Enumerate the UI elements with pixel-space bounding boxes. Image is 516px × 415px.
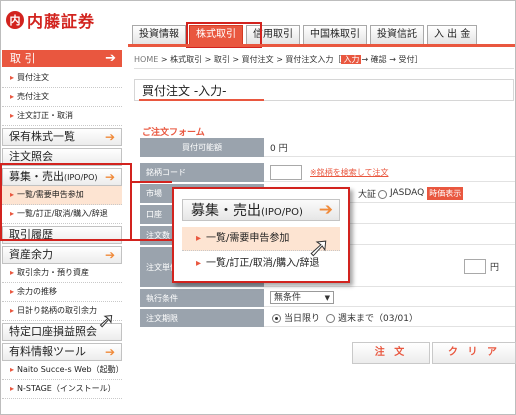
- code-value: ※銘柄を検索して注文: [264, 163, 515, 182]
- code-search-link[interactable]: ※銘柄を検索して注文: [310, 167, 388, 178]
- zoom-ipo-head-label: 募集・売出: [191, 203, 261, 219]
- period-label: 注文期限: [140, 309, 264, 327]
- right-arrow-icon: ➔: [105, 51, 116, 66]
- callout-zoom: 募集・売出(IPO/PO) ➔ 一覧/需要申告参加 一覧/訂正/取消/購入/辞退…: [172, 187, 350, 283]
- sidebar-item-succes-web[interactable]: Naito Succe-s Web（起動）: [2, 361, 122, 380]
- period-today: 当日限り: [284, 314, 321, 324]
- radio-icon[interactable]: [326, 314, 336, 323]
- tab-deposit-withdrawal[interactable]: 入 出 金: [427, 25, 478, 44]
- breadcrumb-path: > 株式取引 > 取引 > 買付注文 > 買付注文入力［: [158, 55, 342, 64]
- submit-order-button[interactable]: 注 文: [352, 342, 430, 364]
- mouse-pointer-icon: ➚: [308, 233, 331, 264]
- right-arrow-icon: ➔: [104, 345, 115, 359]
- sidebar-item-tools-label: 有料情報ツール: [9, 345, 86, 358]
- mouse-pointer-icon: ➚: [98, 308, 116, 333]
- sidebar-item-holdings-label: 保有株式一覧: [9, 130, 75, 143]
- row-code: 銘柄コード ※銘柄を検索して注文: [140, 163, 515, 183]
- code-label: 銘柄コード: [140, 163, 264, 182]
- radio-icon[interactable]: [378, 189, 388, 199]
- condition-select[interactable]: 無条件 ▼: [270, 291, 334, 304]
- condition-value: 無条件 ▼: [264, 289, 515, 307]
- title-underline: [139, 99, 264, 101]
- right-arrow-icon: ➔: [318, 200, 333, 220]
- price-input[interactable]: [464, 259, 486, 274]
- row-period: 注文期限 当日限り 週末まで（03/01）: [140, 309, 515, 328]
- price-display-button[interactable]: 時価表示: [427, 186, 464, 200]
- tab-investment-info[interactable]: 投資情報: [132, 25, 186, 44]
- page-title-text: 買付注文 -入力-: [142, 84, 227, 98]
- main-nav-tabs: 投資情報 株式取引 信用取引 中国株取引 投資信託 入 出 金: [132, 25, 480, 44]
- sidebar-item-holdings[interactable]: 保有株式一覧 ➔: [2, 128, 122, 146]
- condition-label: 執行条件: [140, 289, 264, 307]
- callout-connector-top: [130, 181, 172, 183]
- sidebar-item-nstage[interactable]: N-STAGE（インストール）: [2, 380, 122, 399]
- available-label: 買付可能額: [140, 138, 264, 157]
- condition-select-value: 無条件: [274, 293, 302, 303]
- zoom-ipo-head: 募集・売出(IPO/PO) ➔: [182, 199, 340, 221]
- radio-icon[interactable]: [272, 314, 281, 323]
- sidebar-head-trade-label: 取 引: [10, 52, 36, 65]
- breadcrumb-current: 入力: [341, 55, 362, 64]
- right-arrow-icon: ➔: [104, 248, 115, 262]
- period-value: 当日限り 週末まで（03/01）: [264, 309, 515, 327]
- row-available: 買付可能額 0 円: [140, 138, 515, 158]
- code-input[interactable]: [270, 164, 302, 180]
- row-condition: 執行条件 無条件 ▼: [140, 289, 515, 308]
- right-arrow-icon: ➔: [104, 130, 115, 144]
- sidebar-item-order-inquiry-label: 注文照会: [9, 150, 53, 163]
- sidebar-item-funds[interactable]: 資産余力 ➔: [2, 246, 122, 264]
- chevron-down-icon: ▼: [324, 294, 330, 302]
- breadcrumb: HOME > 株式取引 > 取引 > 買付注文 > 買付注文入力［ 入力 → 確認 …: [134, 54, 422, 65]
- market-osaka: 大証: [358, 189, 377, 200]
- sidebar-item-funds-trend[interactable]: 余力の推移: [2, 283, 122, 302]
- period-week: 週末まで（03/01）: [338, 314, 418, 324]
- tab-china-stocks[interactable]: 中国株取引: [303, 25, 367, 44]
- sidebar-item-order-correction[interactable]: 注文訂正・取消: [2, 107, 122, 126]
- price-unit: 円: [490, 263, 500, 273]
- zoom-ipo-head-sub: (IPO/PO): [261, 207, 303, 218]
- sidebar-head-trade[interactable]: 取 引 ➔: [2, 50, 122, 67]
- sidebar-item-available-funds[interactable]: 取引余力・預り資産: [2, 264, 122, 283]
- breadcrumb-rest: → 確認 → 受付］: [361, 55, 423, 64]
- sidebar-item-sell-order[interactable]: 売付注文: [2, 88, 122, 107]
- breadcrumb-home[interactable]: HOME: [134, 55, 158, 64]
- tab-investment-trust[interactable]: 投資信託: [370, 25, 424, 44]
- logo[interactable]: 内 内藤証券: [6, 8, 95, 32]
- available-value: 0 円: [264, 138, 515, 157]
- breadcrumb-divider: [134, 68, 514, 69]
- sidebar-item-tokutei-label: 特定口座損益照会: [9, 325, 97, 338]
- sidebar-item-buy-order[interactable]: 買付注文: [2, 69, 122, 88]
- form-section-title: ご注文フォーム: [142, 128, 205, 138]
- logo-text: 内藤証券: [27, 12, 96, 31]
- nav-divider: [128, 44, 515, 47]
- page-title: 買付注文 -入力-: [134, 79, 514, 101]
- market-jasdaq: JASDAQ: [390, 188, 425, 198]
- callout-connector-bottom: [130, 239, 172, 241]
- sidebar-item-tools[interactable]: 有料情報ツール ➔: [2, 343, 122, 361]
- logo-mark: 内: [6, 11, 24, 29]
- sidebar-item-funds-label: 資産余力: [9, 248, 53, 261]
- callout-source-frame: [0, 163, 132, 241]
- clear-button[interactable]: ク リ ア: [432, 342, 516, 364]
